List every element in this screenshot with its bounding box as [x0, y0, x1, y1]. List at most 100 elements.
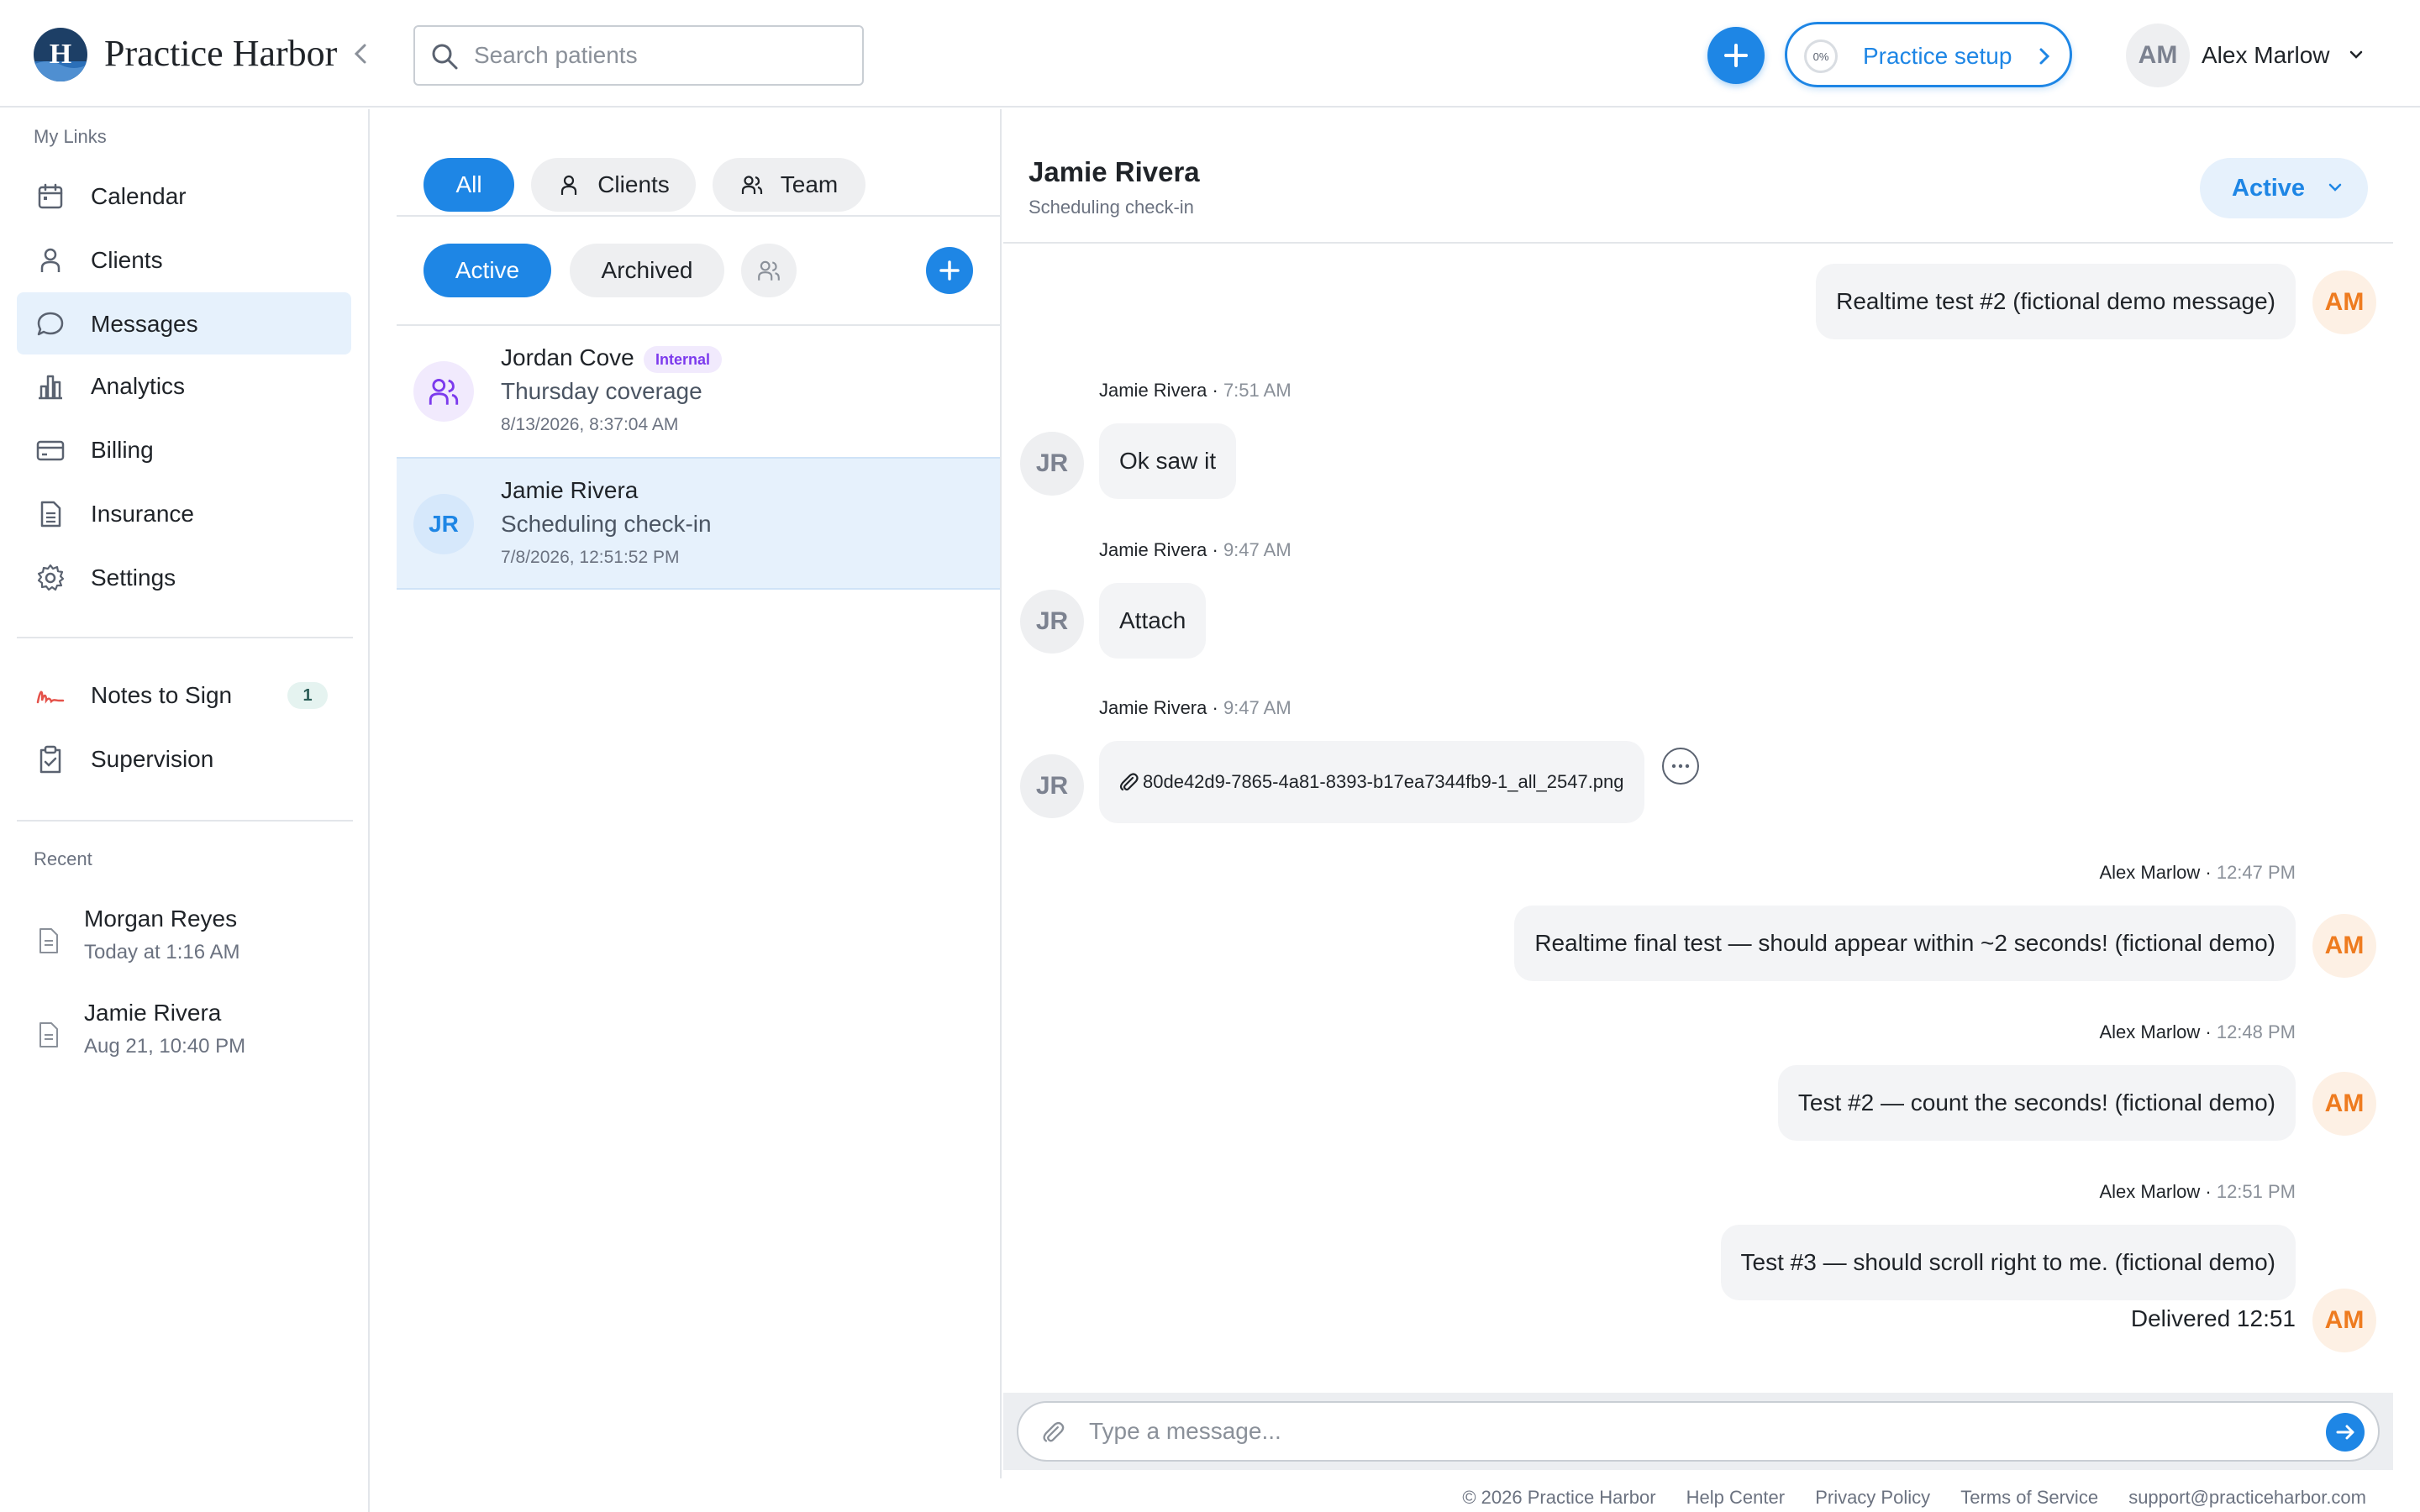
search-input[interactable]: [474, 27, 852, 84]
paperclip-icon[interactable]: [1040, 1420, 1065, 1445]
message-time: 12:51 PM: [2216, 1181, 2296, 1202]
sender-name: Jamie Rivera: [1099, 697, 1207, 718]
message-bubble: Realtime test #2 (fictional demo message…: [1816, 264, 2296, 339]
team-icon: [758, 260, 780, 281]
sidebar-item-calendar[interactable]: Calendar: [17, 165, 351, 227]
sidebar-item-notes-to-sign[interactable]: Notes to Sign 1: [17, 664, 351, 726]
user-avatar[interactable]: AM: [2126, 24, 2190, 87]
filter-clients-tab[interactable]: Clients: [531, 158, 696, 212]
sidebar-item-label: Supervision: [91, 746, 214, 772]
sidebar-item-clients[interactable]: Clients: [17, 228, 351, 291]
footer: © 2026 Practice Harbor Help Center Priva…: [1437, 1487, 2366, 1509]
chat-pane: Jamie Rivera Scheduling check-in Active …: [1003, 134, 2393, 1470]
search-box[interactable]: [413, 25, 864, 86]
conversation-name: Jordan Cove: [501, 344, 634, 370]
message-meta: Alex Marlow · 12:47 PM: [2099, 862, 2296, 883]
new-conversation-button[interactable]: [926, 247, 973, 294]
sidebar-divider: [17, 820, 353, 822]
setup-progress-ring: 0%: [1804, 39, 1838, 73]
message-input[interactable]: [1089, 1403, 2265, 1460]
group-filter-button[interactable]: [741, 244, 797, 297]
recent-item[interactable]: Morgan Reyes Today at 1:16 AM: [17, 906, 351, 986]
sidebar-item-label: Notes to Sign: [91, 682, 233, 708]
send-button[interactable]: [2326, 1413, 2365, 1452]
sidebar-item-insurance[interactable]: Insurance: [17, 482, 351, 544]
document-icon: [39, 928, 58, 953]
message-meta: Jamie Rivera · 9:47 AM: [1099, 539, 1292, 560]
conversation-item[interactable]: Jordan Cove Internal Thursday coverage 8…: [397, 326, 1000, 459]
sidebar-item-messages[interactable]: Messages: [17, 292, 351, 354]
conversation-subject: Scheduling check-in: [501, 511, 712, 537]
practice-setup-label: Practice setup: [1863, 43, 2012, 69]
sidebar-item-analytics[interactable]: Analytics: [17, 354, 351, 417]
sidebar-item-billing[interactable]: Billing: [17, 418, 351, 480]
sender-name: Alex Marlow: [2099, 1181, 2201, 1202]
collapse-sidebar-icon[interactable]: [348, 37, 373, 71]
recent-heading: Recent: [34, 848, 92, 869]
avatar: AM: [2312, 270, 2376, 334]
sender-name: Jamie Rivera: [1099, 539, 1207, 560]
conversation-status-dropdown[interactable]: Active: [2200, 158, 2368, 218]
avatar: JR: [1020, 754, 1084, 818]
attachment-filename[interactable]: 80de42d9-7865-4a81-8393-b17ea7344fb9-1_a…: [1143, 771, 1624, 793]
status-archived-tab[interactable]: Archived: [570, 244, 724, 297]
plus-icon: [939, 260, 960, 281]
user-name[interactable]: Alex Marlow: [2202, 42, 2329, 69]
conversation-name: Jamie Rivera: [501, 477, 639, 503]
chevron-down-icon[interactable]: [2346, 47, 2366, 64]
conversation-date: 7/8/2026, 12:51:52 PM: [501, 548, 680, 567]
logo[interactable]: H: [34, 28, 87, 81]
credit-card-icon: [36, 440, 65, 461]
more-options-icon[interactable]: [1662, 748, 1699, 785]
message-meta: Jamie Rivera · 7:51 AM: [1099, 380, 1292, 401]
filter-all-tab[interactable]: All: [424, 158, 514, 212]
conversation-date: 8/13/2026, 8:37:04 AM: [501, 415, 679, 434]
team-icon: [741, 176, 762, 194]
message-bubble: Ok saw it: [1099, 423, 1237, 499]
notes-count-badge: 1: [287, 682, 328, 709]
bar-chart-icon: [39, 375, 62, 400]
sidebar-item-label: Clients: [91, 247, 163, 273]
top-header: H Practice Harbor 0% Practice setup AM A…: [0, 0, 2420, 108]
chevron-down-icon: [2328, 183, 2342, 192]
footer-email-link[interactable]: support@practiceharbor.com: [2128, 1487, 2366, 1508]
delivered-status: Delivered 12:51: [2130, 1305, 2296, 1331]
recent-name: Morgan Reyes: [84, 906, 238, 932]
footer-terms-link[interactable]: Terms of Service: [1960, 1487, 2098, 1508]
recent-item[interactable]: Jamie Rivera Aug 21, 10:40 PM: [17, 1000, 351, 1080]
avatar: AM: [2312, 1072, 2376, 1136]
team-icon: [429, 379, 459, 405]
sidebar-item-supervision[interactable]: Supervision: [17, 727, 351, 790]
sidebar-item-settings[interactable]: Settings: [17, 546, 351, 608]
status-active-tab[interactable]: Active: [424, 244, 551, 297]
avatar: AM: [2312, 1289, 2376, 1352]
message-meta: Alex Marlow · 12:48 PM: [2099, 1021, 2296, 1042]
conversation-subject: Thursday coverage: [501, 378, 702, 404]
recent-name: Jamie Rivera: [84, 1000, 222, 1026]
attachment-bubble[interactable]: 80de42d9-7865-4a81-8393-b17ea7344fb9-1_a…: [1099, 741, 1644, 823]
plus-icon: [1724, 44, 1748, 67]
new-item-button[interactable]: [1707, 27, 1765, 84]
practice-setup-button[interactable]: 0% Practice setup: [1785, 22, 2072, 87]
footer-privacy-link[interactable]: Privacy Policy: [1815, 1487, 1930, 1508]
clipboard-check-icon: [39, 745, 61, 774]
signature-icon: [36, 690, 65, 704]
arrow-right-icon: [2336, 1425, 2354, 1440]
sidebar-item-label: Calendar: [91, 183, 187, 209]
filter-team-tab[interactable]: Team: [713, 158, 865, 212]
recent-time: Today at 1:16 AM: [84, 941, 240, 963]
message-bubble: Attach: [1099, 583, 1207, 659]
chevron-right-icon: [2039, 48, 2050, 65]
chat-header-divider: [1003, 242, 2393, 244]
message-composer[interactable]: [1017, 1401, 2380, 1462]
conversation-list-pane: All Clients Team Active Archived Jordan …: [397, 109, 1002, 1478]
sender-name: Alex Marlow: [2099, 862, 2201, 883]
message-bubble: Test #3 — should scroll right to me. (fi…: [1720, 1225, 2296, 1300]
chat-title: Jamie Rivera: [1028, 156, 1200, 187]
message-time: 7:51 AM: [1223, 380, 1292, 401]
sender-name: Jamie Rivera: [1099, 380, 1207, 401]
avatar: AM: [2312, 914, 2376, 978]
message-bubble: Realtime final test — should appear with…: [1514, 906, 2296, 981]
footer-help-link[interactable]: Help Center: [1686, 1487, 1785, 1508]
conversation-item-selected[interactable]: JR Jamie Rivera Scheduling check-in 7/8/…: [397, 457, 1000, 590]
